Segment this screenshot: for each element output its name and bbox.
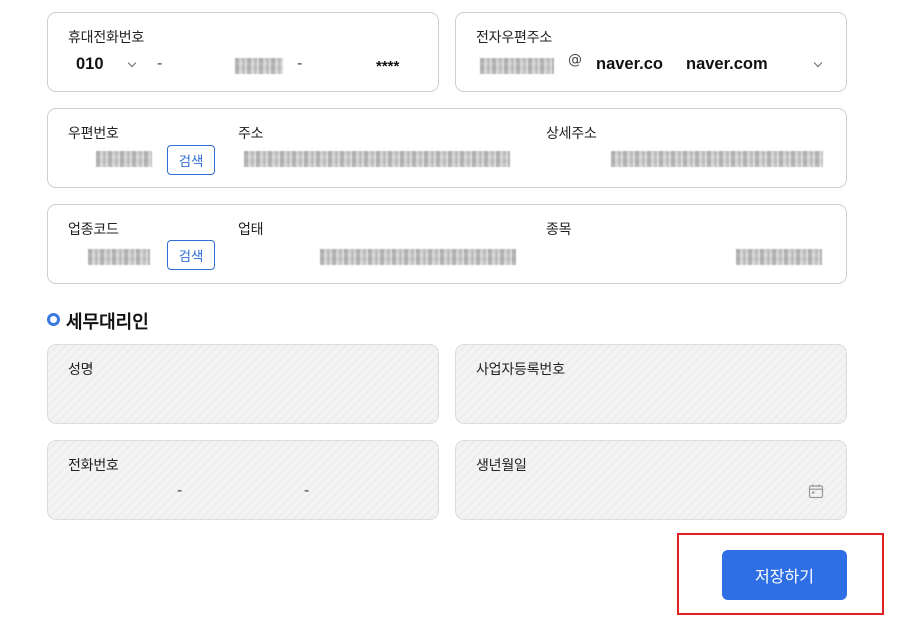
section-bullet-icon (47, 313, 60, 326)
chevron-down-icon[interactable] (127, 58, 137, 68)
agent-birth-label: 생년월일 (476, 458, 527, 474)
phone-middle-input[interactable] (235, 58, 283, 74)
zip-search-button[interactable]: 검색 (167, 145, 215, 175)
agent-bizno-field: 사업자등록번호 (455, 344, 847, 424)
at-sign: @ (568, 52, 582, 68)
email-domain-select[interactable]: naver.com (686, 55, 768, 74)
agent-bizno-label: 사업자등록번호 (476, 362, 565, 378)
mobile-phone-card: 휴대전화번호 010 - - **** (47, 12, 439, 92)
email-card: 전자우편주소 @ naver.co naver.com (455, 12, 847, 92)
business-item-value (736, 249, 822, 265)
address-card: 우편번호 검색 주소 상세주소 (47, 108, 847, 188)
industry-code-value (88, 249, 150, 265)
email-domain-input[interactable]: naver.co (596, 55, 663, 74)
business-item-label: 종목 (546, 222, 572, 238)
phone-separator: - (177, 481, 183, 499)
business-type-label: 업태 (238, 222, 264, 238)
zip-label: 우편번호 (68, 126, 119, 142)
industry-code-label: 업종코드 (68, 222, 119, 238)
agent-birth-field: 생년월일 (455, 440, 847, 520)
phone-separator: - (157, 54, 163, 72)
zip-value (96, 151, 152, 167)
save-button[interactable]: 저장하기 (722, 550, 847, 600)
chevron-down-icon[interactable] (813, 58, 823, 68)
business-type-value (320, 249, 516, 265)
agent-phone-field: 전화번호 - - (47, 440, 439, 520)
phone-prefix-select[interactable]: 010 (76, 55, 104, 74)
detail-address-label: 상세주소 (546, 126, 597, 142)
address-label: 주소 (238, 126, 264, 142)
industry-search-button[interactable]: 검색 (167, 240, 215, 270)
phone-separator: - (304, 481, 310, 499)
email-id-input[interactable] (480, 58, 554, 74)
mobile-phone-label: 휴대전화번호 (68, 30, 145, 46)
address-value (244, 151, 510, 167)
calendar-icon[interactable] (808, 483, 824, 499)
agent-phone-label: 전화번호 (68, 458, 119, 474)
agent-section-title: 세무대리인 (66, 312, 149, 333)
phone-separator: - (297, 54, 303, 72)
agent-name-label: 성명 (68, 362, 94, 378)
business-card: 업종코드 검색 업태 종목 (47, 204, 847, 284)
agent-name-field: 성명 (47, 344, 439, 424)
email-label: 전자우편주소 (476, 30, 553, 46)
phone-last-input[interactable]: **** (376, 58, 399, 75)
detail-address-input[interactable] (611, 151, 823, 167)
